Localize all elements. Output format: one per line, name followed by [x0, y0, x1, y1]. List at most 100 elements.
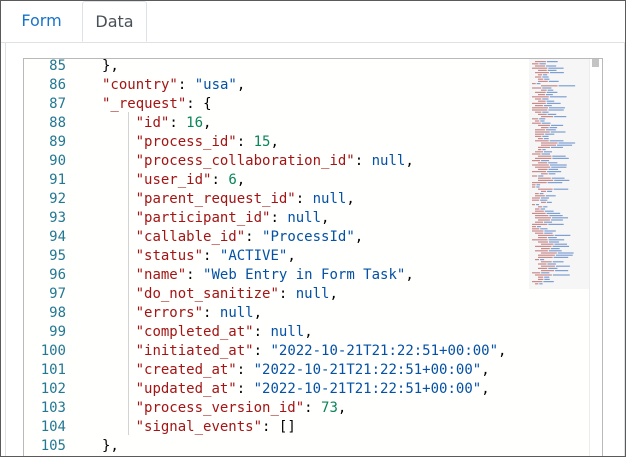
- minimap-line: [547, 182, 563, 184]
- scrollbar-thumb[interactable]: [592, 59, 599, 67]
- line-number: 95: [49, 248, 66, 264]
- code-line[interactable]: 102 "updated_at": "2022-10-21T21:22:51+00…: [24, 380, 529, 399]
- code-token: ,: [203, 115, 212, 131]
- minimap-line: [553, 256, 569, 258]
- code-line[interactable]: 90 "process_collaboration_id": null,: [24, 152, 529, 171]
- vertical-scrollbar[interactable]: [589, 59, 602, 456]
- minimap-slider[interactable]: [529, 59, 589, 289]
- code-line[interactable]: 104 "signal_events": []: [24, 418, 529, 437]
- minimap-line: [546, 201, 552, 203]
- code-token: ,: [498, 343, 507, 359]
- minimap-line: [538, 263, 547, 265]
- code-line[interactable]: 97 "do_not_sanitize": null,: [24, 285, 529, 304]
- code-text: "errors": null,: [136, 304, 262, 323]
- code-line[interactable]: 95 "status": "ACTIVE",: [24, 247, 529, 266]
- code-text: "process_version_id": 73,: [136, 399, 347, 418]
- code-line[interactable]: 93 "participant_id": null,: [24, 209, 529, 228]
- code-text: "callable_id": "ProcessId",: [136, 228, 364, 247]
- code-token: 73: [321, 400, 338, 416]
- minimap-line: [544, 210, 554, 212]
- code-line[interactable]: 100 "initiated_at": "2022-10-21T21:22:51+…: [24, 342, 529, 361]
- minimap-line: [540, 208, 546, 210]
- code-token: "signal_events": [135, 419, 263, 435]
- code-token: []: [278, 419, 296, 435]
- minimap-line: [538, 100, 546, 102]
- code-line[interactable]: 96 "name": "Web Entry in Form Task",: [24, 266, 529, 285]
- code-token: ,: [337, 400, 347, 416]
- code-token: :: [270, 210, 288, 226]
- minimap-line: [535, 195, 545, 197]
- code-lines[interactable]: 85}, 86 "country": "usa", 87 "_request": {88…: [24, 59, 529, 456]
- code-token: ,: [481, 362, 490, 378]
- minimap-line: [538, 74, 543, 76]
- minimap-line: [540, 197, 549, 199]
- code-token: ,: [329, 286, 338, 302]
- code-token: "updated_at": [135, 381, 237, 397]
- code-line[interactable]: 101 "created_at": "2022-10-21T21:22:51+00…: [24, 361, 529, 380]
- code-token: "process_version_id": [135, 400, 305, 416]
- code-token: "parent_request_id": [135, 191, 296, 207]
- code-token: "Web Entry in Form Task": [203, 267, 406, 283]
- minimap-line: [532, 118, 539, 120]
- code-text: "status": "ACTIVE",: [136, 247, 296, 266]
- minimap-line: [538, 254, 555, 256]
- minimap-line: [536, 186, 540, 188]
- minimap-line: [547, 237, 557, 239]
- code-token: "_request": [102, 96, 187, 112]
- minimap-line: [532, 186, 536, 188]
- tab-data[interactable]: Data: [82, 1, 147, 42]
- code-token: :: [177, 77, 195, 93]
- code-token: :: [253, 343, 271, 359]
- minimap-line: [548, 168, 559, 170]
- code-line[interactable]: 89 "process_id": 15,: [24, 133, 529, 152]
- line-number: 91: [49, 172, 66, 188]
- minimap-line: [552, 274, 570, 276]
- code-token: },: [102, 438, 119, 454]
- code-line[interactable]: 99 "completed_at": null,: [24, 323, 529, 342]
- minimap-line: [540, 199, 548, 201]
- code-minimap[interactable]: [529, 59, 589, 289]
- minimap-line: [532, 239, 548, 241]
- minimap-line: [547, 89, 554, 91]
- code-line[interactable]: 86 "country": "usa",: [24, 76, 529, 95]
- minimap-line: [543, 105, 552, 107]
- minimap-line: [553, 188, 569, 190]
- line-number: 105: [40, 438, 66, 454]
- code-line[interactable]: 103 "process_version_id": 73,: [24, 399, 529, 418]
- minimap-line: [545, 195, 556, 197]
- minimap-line: [535, 193, 539, 195]
- code-line[interactable]: 92 "parent_request_id": null,: [24, 190, 529, 209]
- minimap-line: [535, 166, 551, 168]
- code-token: :: [236, 134, 254, 150]
- minimap-line: [541, 127, 549, 129]
- code-line[interactable]: 94 "callable_id": "ProcessId",: [24, 228, 529, 247]
- json-code-editor[interactable]: 85}, 86 "country": "usa", 87 "_request": {88…: [23, 58, 603, 456]
- minimap-line: [551, 124, 564, 126]
- minimap-line: [549, 72, 564, 74]
- minimap-line: [535, 91, 546, 93]
- minimap-line: [544, 78, 550, 80]
- minimap-line: [543, 138, 549, 140]
- minimap-line: [538, 138, 543, 140]
- line-number: 86: [49, 77, 66, 93]
- code-token: ,: [287, 248, 296, 264]
- minimap-line: [538, 168, 548, 170]
- code-line[interactable]: 85},: [24, 59, 529, 76]
- minimap-line: [538, 78, 544, 80]
- minimap-line: [548, 241, 559, 243]
- tab-form[interactable]: Form: [1, 1, 82, 41]
- code-line[interactable]: 91 "user_id": 6,: [24, 171, 529, 190]
- code-line[interactable]: 87 "_request": {: [24, 95, 529, 114]
- code-token: ,: [236, 172, 246, 188]
- minimap-line: [548, 109, 564, 111]
- code-token: "user_id": [135, 172, 212, 188]
- code-token: "usa": [194, 77, 237, 93]
- minimap-line: [535, 105, 543, 107]
- line-number: 97: [49, 286, 66, 302]
- code-line[interactable]: 105},: [24, 437, 529, 456]
- minimap-line: [532, 175, 538, 177]
- minimap-line: [535, 245, 552, 247]
- code-line[interactable]: 98 "errors": null,: [24, 304, 529, 323]
- code-line[interactable]: 88 "id": 16,: [24, 114, 529, 133]
- code-token: "initiated_at": [135, 343, 254, 359]
